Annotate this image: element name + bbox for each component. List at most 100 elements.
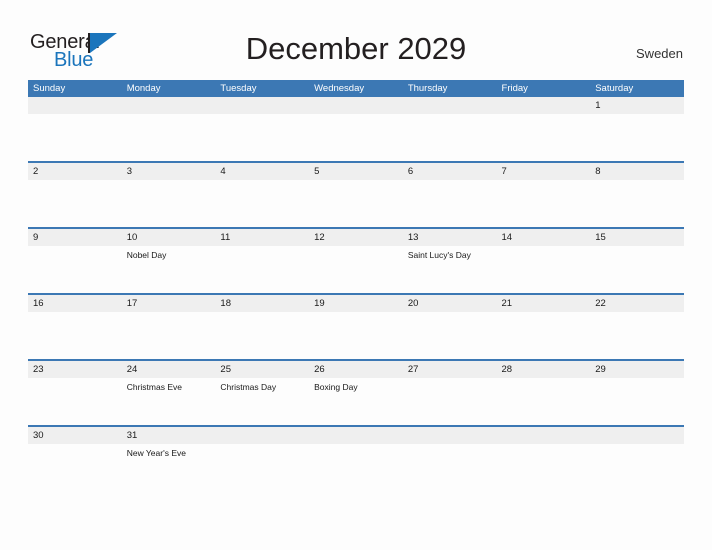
country-label: Sweden — [636, 46, 683, 61]
day-number: 5 — [309, 163, 403, 180]
weekday-header-row: Sunday Monday Tuesday Wednesday Thursday Frid… — [28, 80, 684, 97]
calendar-day-cell-empty — [402, 427, 497, 491]
day-number: 29 — [590, 361, 684, 378]
weekday-header-thursday: Thursday — [407, 83, 448, 94]
day-number: 14 — [496, 229, 591, 246]
calendar-day-cell[interactable]: 19 — [309, 295, 403, 359]
day-number: 4 — [215, 163, 310, 180]
day-number: 31 — [121, 427, 216, 444]
day-number: 22 — [590, 295, 684, 312]
day-number: 10 — [121, 229, 216, 246]
calendar-day-cell-empty — [215, 427, 310, 491]
weekday-header-monday: Monday — [126, 83, 161, 94]
calendar-day-cell[interactable]: 30 — [28, 427, 122, 491]
calendar-day-cell[interactable]: 26 Boxing Day — [309, 361, 403, 425]
day-number — [309, 427, 403, 444]
day-number: 19 — [309, 295, 403, 312]
holiday-label: Boxing Day — [314, 382, 358, 392]
day-number — [496, 427, 591, 444]
calendar-day-cell[interactable]: 1 — [590, 97, 684, 161]
calendar-week-cells: 30 31 New Year's Eve — [28, 427, 684, 491]
calendar-day-cell[interactable]: 20 — [402, 295, 497, 359]
day-number: 25 — [215, 361, 310, 378]
calendar-day-cell[interactable]: 18 — [215, 295, 310, 359]
calendar-week-row: 23 24 Christmas Eve 25 Christmas Day 26 Boxing… — [28, 359, 684, 425]
calendar-day-cell[interactable]: 12 — [309, 229, 403, 293]
day-number: 27 — [402, 361, 497, 378]
calendar-day-cell-empty — [402, 97, 497, 161]
day-number — [215, 427, 310, 444]
calendar-day-cell[interactable]: 3 — [121, 163, 216, 227]
calendar-day-cell[interactable]: 16 — [28, 295, 122, 359]
calendar-week-row: 1 — [28, 97, 684, 161]
holiday-label: New Year's Eve — [126, 448, 186, 458]
calendar-day-cell-empty — [496, 427, 591, 491]
day-number: 6 — [402, 163, 497, 180]
calendar-week-cells: 2345678 — [28, 163, 684, 227]
day-number: 28 — [496, 361, 591, 378]
calendar-day-cell[interactable]: 29 — [590, 361, 684, 425]
day-number — [121, 97, 216, 114]
day-number — [215, 97, 310, 114]
day-number: 23 — [28, 361, 122, 378]
calendar-day-cell[interactable]: 14 — [496, 229, 591, 293]
calendar-day-cell[interactable]: 4 — [215, 163, 310, 227]
calendar-day-cell-empty — [309, 427, 403, 491]
calendar-page: { "brand": { "name_part1": "General", "n… — [0, 0, 712, 550]
calendar-day-cell[interactable]: 10 Nobel Day — [121, 229, 216, 293]
calendar-day-cell[interactable]: 22 — [590, 295, 684, 359]
calendar-week-row: 9 10 Nobel Day 11 12 13 Saint Lucy's Day 14 15 — [28, 227, 684, 293]
holiday-label: Christmas Day — [220, 382, 277, 392]
day-number: 7 — [496, 163, 591, 180]
holiday-label: Saint Lucy's Day — [407, 250, 471, 260]
day-number: 24 — [121, 361, 216, 378]
day-number — [496, 97, 591, 114]
calendar-day-cell[interactable]: 25 Christmas Day — [215, 361, 310, 425]
calendar-day-cell[interactable]: 6 — [402, 163, 497, 227]
calendar-day-cell[interactable]: 11 — [215, 229, 310, 293]
calendar-day-cell[interactable]: 2 — [28, 163, 122, 227]
holiday-label: Nobel Day — [126, 250, 167, 260]
calendar-week-cells: 16 17 18 19 20 21 22 — [28, 295, 684, 359]
calendar-day-cell[interactable]: 5 — [309, 163, 403, 227]
holiday-label: Christmas Eve — [126, 382, 182, 392]
weekday-header-tuesday: Tuesday — [220, 83, 257, 94]
page-title: December 2029 — [245, 31, 467, 66]
day-number: 17 — [121, 295, 216, 312]
day-number: 26 — [309, 361, 403, 378]
calendar-day-cell-empty — [215, 97, 310, 161]
calendar-day-cell[interactable]: 21 — [496, 295, 591, 359]
calendar-day-cell[interactable]: 9 — [28, 229, 122, 293]
calendar-weeks: 1 2 3 4 5 6 7 8 9 10 Nobel Day 11 12 13 Saint Lucy's D… — [28, 97, 684, 491]
day-number: 9 — [28, 229, 122, 246]
weekday-header-saturday: Saturday — [595, 83, 634, 94]
day-number: 3 — [121, 163, 216, 180]
calendar-day-cell-empty — [309, 97, 403, 161]
calendar-day-cell-empty — [496, 97, 591, 161]
day-number: 13 — [402, 229, 497, 246]
day-number: 18 — [215, 295, 310, 312]
calendar-week-row: 16 17 18 19 20 21 22 — [28, 293, 684, 359]
calendar-day-cell[interactable]: 13 Saint Lucy's Day — [402, 229, 497, 293]
day-number — [28, 97, 122, 114]
calendar-day-cell[interactable]: 17 — [121, 295, 216, 359]
weekday-header-sunday: Sunday — [33, 83, 66, 94]
calendar-day-cell[interactable]: 7 — [496, 163, 591, 227]
calendar-day-cell[interactable]: 23 — [28, 361, 122, 425]
calendar-week-cells: 23 24 Christmas Eve 25 Christmas Day 26 Boxing… — [28, 361, 684, 425]
calendar-day-cell[interactable]: 31 New Year's Eve — [121, 427, 216, 491]
day-number: 20 — [402, 295, 497, 312]
day-number — [590, 427, 684, 444]
calendar-week-cells: 1 — [28, 97, 684, 161]
calendar-day-cell[interactable]: 8 — [590, 163, 684, 227]
day-number: 11 — [215, 229, 310, 246]
calendar-day-cell[interactable]: 28 — [496, 361, 591, 425]
calendar-day-cell[interactable]: 27 — [402, 361, 497, 425]
calendar-week-row: 2345678 — [28, 161, 684, 227]
day-number: 8 — [590, 163, 684, 180]
calendar-day-cell-empty — [590, 427, 684, 491]
calendar-day-cell[interactable]: 24 Christmas Eve — [121, 361, 216, 425]
day-number: 1 — [590, 97, 684, 114]
calendar-week-cells: 9 10 Nobel Day 11 12 13 Saint Lucy's Day 14 15 — [28, 229, 684, 293]
calendar-day-cell[interactable]: 15 — [590, 229, 684, 293]
